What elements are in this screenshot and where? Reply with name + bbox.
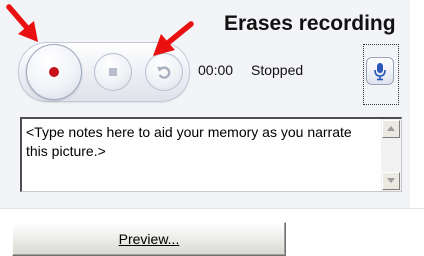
annotation-arrow-record (6, 4, 38, 42)
narration-notes-field[interactable]: <Type notes here to aid your memory as y… (20, 117, 402, 192)
scroll-down-button[interactable] (382, 172, 400, 190)
scroll-up-button[interactable] (382, 120, 400, 138)
microphone-icon (374, 63, 386, 81)
preview-button[interactable]: Preview... (12, 222, 286, 256)
microphone-settings-button[interactable] (366, 57, 394, 85)
undo-arrow-icon (157, 66, 171, 79)
panel-divider (0, 208, 424, 209)
annotation-title: Erases recording (224, 12, 396, 35)
chevron-down-icon (387, 178, 395, 183)
stop-square-icon (109, 68, 117, 76)
recording-status: Stopped (251, 62, 304, 78)
notes-scrollbar[interactable] (381, 119, 401, 191)
recording-time: 00:00 (198, 62, 234, 78)
annotation-arrow-erase (153, 21, 194, 56)
record-dot-icon (49, 67, 59, 77)
preview-button-label: Preview... (118, 231, 180, 247)
chevron-up-icon (387, 126, 395, 131)
stop-button[interactable] (94, 53, 132, 91)
record-button[interactable] (26, 44, 82, 100)
notes-placeholder: <Type notes here to aid your memory as y… (26, 124, 352, 159)
